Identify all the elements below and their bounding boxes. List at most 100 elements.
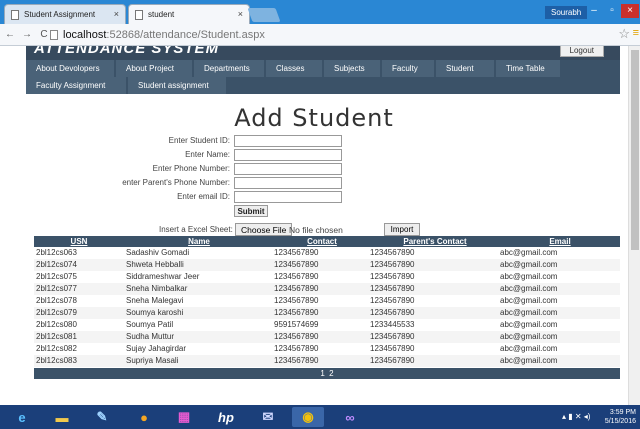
- cell-usn: 2bl12cs063: [36, 248, 77, 257]
- back-arrow-icon[interactable]: ←: [3, 29, 17, 40]
- nav-faculty-assignment[interactable]: Faculty Assignment: [26, 77, 126, 94]
- file-explorer-icon[interactable]: ▬: [46, 407, 78, 427]
- new-tab-button[interactable]: [247, 8, 281, 22]
- page-title: Add Student: [234, 104, 394, 132]
- bookmark-star-icon[interactable]: ☆: [618, 26, 630, 42]
- table-row: 2bl12cs081 Sudha Muttur 1234567890 12345678…: [34, 331, 620, 343]
- cell-name: Sujay Jahagirdar: [126, 344, 187, 353]
- internet-explorer-icon[interactable]: e: [6, 407, 38, 427]
- mail-icon[interactable]: ✉: [252, 407, 284, 427]
- cell-parents-contact: 1234567890: [370, 248, 415, 257]
- cell-contact: 1234567890: [274, 284, 319, 293]
- forward-arrow-icon[interactable]: →: [20, 29, 34, 40]
- submit-button[interactable]: Submit: [234, 205, 268, 217]
- file-status-text: No file chosen: [289, 225, 343, 235]
- cell-name: Soumya Patil: [126, 320, 174, 329]
- nav-faculty[interactable]: Faculty: [382, 60, 434, 77]
- cell-name: Siddrameshwar Jeer: [126, 272, 200, 281]
- table-row: 2bl12cs078 Sneha Malegavi 1234567890 123456…: [34, 295, 620, 307]
- phone-row: Enter Phone Number:: [0, 163, 628, 175]
- cell-name: Sneha Malegavi: [126, 296, 184, 305]
- taskbar: e ▬ ✎ ● ▦ hp ✉ ◉ ∞ ▴ ▮ ✕ ◂) 3:59 PM 5/15…: [0, 405, 640, 429]
- choose-file-button[interactable]: Choose File: [235, 223, 293, 236]
- table-header: USN Name Contact Parent's Contact Email: [34, 236, 620, 247]
- cell-usn: 2bl12cs074: [36, 260, 77, 269]
- nav-student[interactable]: Student: [436, 60, 494, 77]
- cell-contact: 1234567890: [274, 308, 319, 317]
- table-row: 2bl12cs080 Soumya Patil 9591574699 12334455…: [34, 319, 620, 331]
- vertical-scrollbar[interactable]: [628, 46, 640, 405]
- nav-student-assignment[interactable]: Student assignment: [128, 77, 226, 94]
- close-icon[interactable]: ×: [238, 9, 243, 19]
- taskbar-clock[interactable]: 3:59 PM 5/15/2016: [605, 408, 636, 426]
- profile-badge[interactable]: Sourabh: [545, 6, 588, 19]
- page-link-1[interactable]: 1: [320, 369, 324, 378]
- nav-classes[interactable]: Classes: [266, 60, 322, 77]
- email-label: Enter email ID:: [177, 192, 230, 201]
- parent-phone-input[interactable]: [234, 177, 342, 189]
- header-email[interactable]: Email: [500, 236, 620, 247]
- close-icon[interactable]: ×: [114, 9, 119, 19]
- nav-departments[interactable]: Departments: [194, 60, 264, 77]
- cell-contact: 1234567890: [274, 332, 319, 341]
- header-usn[interactable]: USN: [34, 236, 124, 247]
- photo-app-icon[interactable]: ▦: [168, 407, 200, 427]
- url-path: :52868/attendance/Student.aspx: [106, 29, 265, 41]
- nav-time-table[interactable]: Time Table: [496, 60, 560, 77]
- header-name[interactable]: Name: [124, 236, 274, 247]
- maximize-icon[interactable]: ▫: [603, 4, 621, 18]
- system-tray[interactable]: ▴ ▮ ✕ ◂): [562, 412, 590, 421]
- url-input[interactable]: localhost :52868/attendance/Student.aspx: [50, 27, 610, 43]
- cell-parents-contact: 1234567890: [370, 308, 415, 317]
- phone-input[interactable]: [234, 163, 342, 175]
- cell-usn: 2bl12cs078: [36, 296, 77, 305]
- cell-usn: 2bl12cs079: [36, 308, 77, 317]
- cell-contact: 1234567890: [274, 260, 319, 269]
- import-button[interactable]: Import: [384, 223, 420, 236]
- cell-name: Soumya karoshi: [126, 308, 184, 317]
- cell-name: Sneha Nimbalkar: [126, 284, 188, 293]
- cell-contact: 1234567890: [274, 296, 319, 305]
- cell-usn: 2bl12cs080: [36, 320, 77, 329]
- scrollbar-thumb[interactable]: [631, 50, 639, 250]
- cell-contact: 1234567890: [274, 272, 319, 281]
- minimize-icon[interactable]: –: [585, 4, 603, 18]
- window-close-icon[interactable]: ×: [621, 4, 639, 18]
- cell-parents-contact: 1234567890: [370, 284, 415, 293]
- cell-email: abc@gmail.com: [500, 344, 558, 353]
- email-input[interactable]: [234, 191, 342, 203]
- table-row: 2bl12cs083 Supriya Masali 1234567890 123456…: [34, 355, 620, 367]
- cell-email: abc@gmail.com: [500, 332, 558, 341]
- page-link-2[interactable]: 2: [329, 369, 333, 378]
- cell-parents-contact: 1233445533: [370, 320, 415, 329]
- cell-usn: 2bl12cs083: [36, 356, 77, 365]
- cell-usn: 2bl12cs077: [36, 284, 77, 293]
- header-parents-contact[interactable]: Parent's Contact: [370, 236, 500, 247]
- cell-parents-contact: 1234567890: [370, 296, 415, 305]
- logout-button[interactable]: Logout: [559, 46, 604, 57]
- cell-email: abc@gmail.com: [500, 308, 558, 317]
- parent-phone-row: enter Parent's Phone Number:: [0, 177, 628, 189]
- cell-parents-contact: 1234567890: [370, 272, 415, 281]
- cell-email: abc@gmail.com: [500, 272, 558, 281]
- tab-student-assignment[interactable]: Student Assignment ×: [4, 4, 126, 24]
- nav-about-project[interactable]: About Project: [116, 60, 192, 77]
- hp-icon[interactable]: hp: [210, 407, 242, 427]
- header-contact[interactable]: Contact: [274, 236, 370, 247]
- chrome-icon[interactable]: ◉: [292, 407, 324, 427]
- nav-subjects[interactable]: Subjects: [324, 60, 380, 77]
- name-input[interactable]: [234, 149, 342, 161]
- nav-row-2: Faculty Assignment Student assignment: [26, 77, 228, 94]
- cell-name: Sudha Muttur: [126, 332, 175, 341]
- media-player-icon[interactable]: ●: [128, 407, 160, 427]
- tab-student[interactable]: student ×: [128, 4, 250, 24]
- cell-name: Shweta Hebballi: [126, 260, 184, 269]
- student-id-input[interactable]: [234, 135, 342, 147]
- site-header: ATTENDANCE SYSTEM Logout: [26, 46, 620, 60]
- dev-tool-icon[interactable]: ∞: [334, 407, 366, 427]
- nav-about-developers[interactable]: About Devolopers: [26, 60, 114, 77]
- menu-icon[interactable]: ≡: [633, 27, 639, 39]
- pen-tool-icon[interactable]: ✎: [86, 407, 118, 427]
- reload-icon[interactable]: C: [37, 29, 51, 40]
- name-row: Enter Name:: [0, 149, 628, 161]
